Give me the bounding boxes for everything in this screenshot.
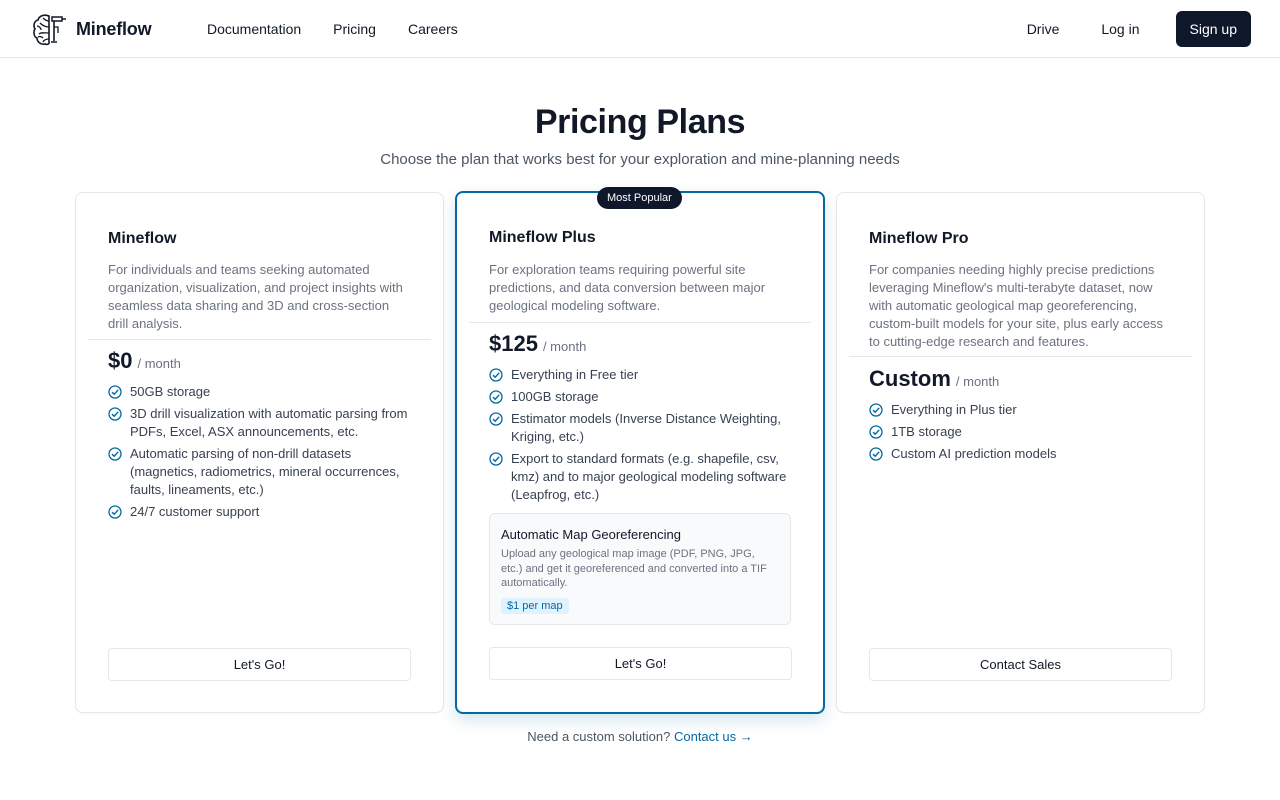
account-nav: Drive Log in Sign up [1001,11,1251,47]
check-circle-icon [489,452,503,466]
addon-georeferencing: Automatic Map Georeferencing Upload any … [489,513,791,625]
plan-name: Mineflow Plus [489,229,596,246]
price-period: / month [137,356,181,371]
lets-go-button[interactable]: Let's Go! [108,648,411,681]
feature-item: Export to standard formats (e.g. shapefi… [489,450,789,504]
feature-text: Everything in Plus tier [891,402,1017,417]
check-circle-icon [489,390,503,404]
plan-card-pro: Mineflow Pro For companies needing highl… [836,192,1205,713]
price-period: / month [955,374,1000,389]
custom-solution-question: Need a custom solution? [527,729,671,744]
custom-solution-note: Need a custom solution? Contact us → [0,729,1280,744]
addon-price-tag: $1 per map [501,597,569,614]
check-circle-icon [108,447,122,461]
plan-description: For companies needing highly precise pre… [869,262,1164,349]
plan-price: Custom / month [869,366,999,392]
plan-price: $0 / month [108,348,181,374]
feature-text: 100GB storage [511,389,599,404]
nav-careers[interactable]: Careers [408,21,458,38]
divider [849,356,1192,357]
feature-item: 50GB storage [108,383,408,401]
addon-title: Automatic Map Georeferencing [501,527,681,542]
plan-card-plus: Most Popular Mineflow Plus For explorati… [455,187,825,714]
divider [469,322,811,323]
price-amount: Custom [869,366,951,391]
check-circle-icon [869,403,883,417]
price-amount: $0 [108,348,133,373]
check-circle-icon [869,425,883,439]
nav-pricing[interactable]: Pricing [333,21,376,38]
plan-description: For individuals and teams seeking automa… [108,262,403,331]
contact-sales-button[interactable]: Contact Sales [869,648,1172,681]
plan-name: Mineflow Pro [869,230,969,247]
price-amount: $125 [489,331,538,356]
check-circle-icon [108,505,122,519]
page-title: Pricing Plans [534,103,746,141]
brand-logo[interactable]: Mineflow [32,13,152,46]
page-subtitle: Choose the plan that works best for your… [380,151,900,168]
feature-text: Automatic parsing of non-drill datasets … [130,446,400,497]
feature-text: 1TB storage [891,424,962,439]
nav-documentation[interactable]: Documentation [207,21,301,38]
check-circle-icon [108,407,122,421]
feature-text: 3D drill visualization with automatic pa… [130,406,408,439]
most-popular-badge: Most Popular [597,187,682,209]
top-navbar: Mineflow Documentation Pricing Careers D… [0,0,1280,58]
check-circle-icon [489,412,503,426]
plan-name: Mineflow [108,230,177,247]
feature-text: 50GB storage [130,384,211,399]
feature-list: Everything in Free tier 100GB storage Es… [489,366,789,508]
check-circle-icon [869,447,883,461]
feature-list: Everything in Plus tier 1TB storage Cust… [869,401,1169,467]
feature-text: 24/7 customer support [130,504,260,519]
divider [88,339,431,340]
plan-card-free: Mineflow For individuals and teams seeki… [75,192,444,713]
feature-item: 3D drill visualization with automatic pa… [108,405,408,441]
lets-go-button[interactable]: Let's Go! [489,647,792,680]
feature-item: 24/7 customer support [108,503,408,521]
plan-price: $125 / month [489,331,586,357]
feature-item: Everything in Plus tier [869,401,1169,419]
brand-name: Mineflow [76,19,152,39]
brain-logo-icon [33,14,66,46]
signup-button[interactable]: Sign up [1175,11,1251,47]
feature-item: Estimator models (Inverse Distance Weigh… [489,410,789,446]
feature-text: Export to standard formats (e.g. shapefi… [511,451,787,502]
feature-text: Everything in Free tier [511,367,639,382]
login-link[interactable]: Log in [1085,12,1155,46]
feature-item: 100GB storage [489,388,789,406]
drive-link[interactable]: Drive [1011,12,1076,46]
feature-text: Custom AI prediction models [891,446,1057,461]
feature-text: Estimator models (Inverse Distance Weigh… [511,411,781,444]
feature-list: 50GB storage 3D drill visualization with… [108,383,408,525]
feature-item: Custom AI prediction models [869,445,1169,463]
check-circle-icon [489,368,503,382]
plan-description: For exploration teams requiring powerful… [489,262,766,313]
feature-item: Automatic parsing of non-drill datasets … [108,445,408,499]
feature-item: Everything in Free tier [489,366,789,384]
main-nav: Documentation Pricing Careers [207,21,458,38]
check-circle-icon [108,385,122,399]
feature-item: 1TB storage [869,423,1169,441]
contact-us-link[interactable]: Contact us → [674,729,753,744]
price-period: / month [542,339,587,354]
addon-description: Upload any geological map image (PDF, PN… [501,548,767,589]
